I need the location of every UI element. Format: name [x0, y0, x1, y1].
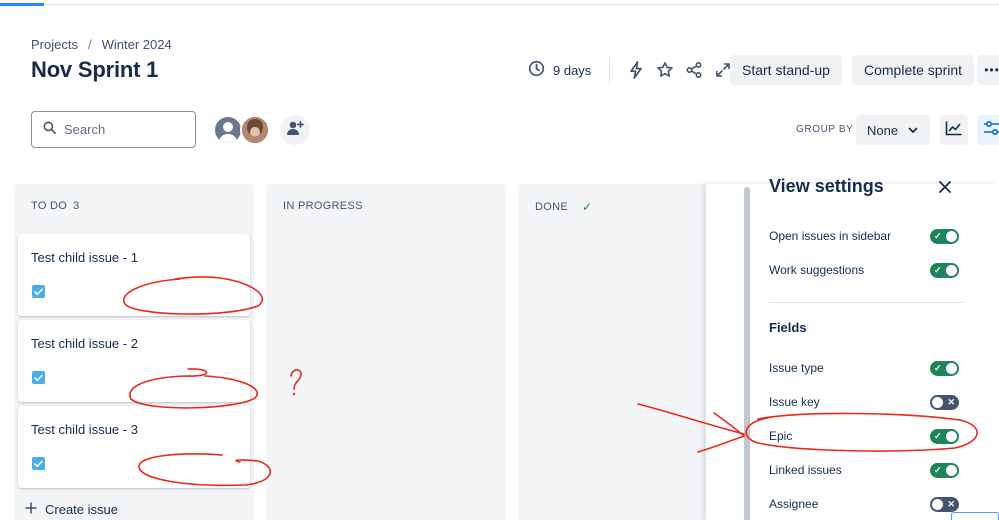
fields-heading: Fields	[769, 320, 807, 335]
top-divider	[0, 4, 999, 5]
setting-open-issues-in-sidebar: Open issues in sidebar ✓	[769, 226, 959, 246]
check-icon: ✓	[934, 362, 942, 373]
column-title: DONE	[535, 201, 568, 213]
setting-label: Work suggestions	[769, 263, 865, 277]
setting-label: Assignee	[769, 497, 819, 511]
group-by-select[interactable]: None	[856, 115, 930, 145]
star-icon[interactable]	[653, 58, 677, 82]
toggle-switch[interactable]: ✓	[930, 428, 959, 444]
share-icon[interactable]	[682, 58, 706, 82]
setting-epic: Epic ✓	[769, 426, 959, 446]
toggle-switch[interactable]: ✓	[930, 228, 959, 244]
search-input[interactable]	[64, 122, 184, 137]
setting-label: Issue key	[769, 395, 820, 409]
start-standup-button[interactable]: Start stand-up	[730, 55, 842, 85]
issue-card[interactable]: Test child issue - 1	[18, 234, 250, 316]
setting-label: Linked issues	[769, 463, 842, 477]
avatar-user[interactable]	[240, 115, 270, 145]
column-title: IN PROGRESS	[283, 200, 363, 212]
task-icon	[32, 457, 45, 470]
breadcrumb-project-link[interactable]: Winter 2024	[102, 37, 172, 52]
view-settings-button[interactable]	[977, 115, 999, 145]
clock-icon	[528, 60, 545, 80]
header-divider	[609, 57, 611, 83]
page-title: Nov Sprint 1	[31, 57, 159, 82]
close-icon: ✕	[947, 498, 955, 509]
setting-work-suggestions: Work suggestions ✓	[769, 260, 959, 280]
chart-trend-icon	[945, 120, 963, 141]
issue-card-title: Test child issue - 2	[31, 336, 138, 351]
breadcrumb-separator: /	[87, 37, 92, 52]
setting-issue-type: Issue type ✓	[769, 358, 959, 378]
close-icon[interactable]	[938, 180, 954, 196]
issue-card[interactable]: Test child issue - 2	[18, 320, 250, 402]
avatar-unassigned[interactable]	[213, 115, 243, 145]
setting-issue-key: Issue key ✕	[769, 392, 959, 412]
add-person-icon	[286, 119, 304, 142]
panel-divider	[769, 302, 964, 303]
insights-button[interactable]	[940, 115, 968, 145]
setting-linked-issues: Linked issues ✓	[769, 460, 959, 480]
setting-label: Epic	[769, 429, 793, 443]
loading-accent-bar	[0, 3, 44, 6]
column-issue-count: 3	[73, 200, 80, 212]
setting-assignee: Assignee ✕	[769, 494, 959, 514]
toggle-switch[interactable]: ✕	[930, 496, 959, 512]
search-box[interactable]	[31, 111, 196, 148]
toggle-switch[interactable]: ✕	[930, 394, 959, 410]
sprint-time-remaining[interactable]: 9 days	[528, 60, 591, 80]
add-people-button[interactable]	[280, 115, 310, 145]
issue-card-title: Test child issue - 3	[31, 422, 138, 437]
plus-icon	[25, 502, 37, 517]
sprint-header-actions: 9 days	[528, 56, 740, 84]
group-by-value: None	[867, 122, 899, 138]
setting-label: Issue type	[769, 361, 824, 375]
sliders-icon	[983, 120, 999, 141]
more-horizontal-icon: •••	[984, 63, 999, 77]
column-header-done: DONE ✓	[535, 200, 592, 214]
days-remaining-text: 9 days	[553, 62, 592, 78]
complete-sprint-button[interactable]: Complete sprint	[852, 55, 975, 85]
setting-label: Open issues in sidebar	[769, 229, 892, 243]
create-issue-button[interactable]: Create issue	[25, 502, 118, 517]
task-icon	[32, 285, 45, 298]
close-icon: ✕	[947, 396, 955, 407]
breadcrumb-projects-link[interactable]: Projects	[31, 37, 78, 52]
breadcrumb: Projects / Winter 2024	[31, 37, 172, 52]
search-icon	[43, 121, 56, 139]
column-header-todo: TO DO 3	[31, 200, 80, 212]
done-check-icon: ✓	[581, 200, 593, 214]
toggle-switch[interactable]: ✓	[930, 262, 959, 278]
create-issue-label: Create issue	[45, 502, 118, 517]
panel-scrollbar[interactable]	[744, 187, 750, 520]
check-icon: ✓	[934, 430, 942, 441]
toggle-switch[interactable]: ✓	[930, 360, 959, 376]
issue-card-title: Test child issue - 1	[31, 250, 138, 265]
check-icon: ✓	[934, 230, 942, 241]
column-title: TO DO	[31, 200, 68, 212]
check-icon: ✓	[934, 264, 942, 275]
automation-lightning-icon[interactable]	[624, 58, 648, 82]
toggle-switch[interactable]: ✓	[930, 462, 959, 478]
column-header-in-progress: IN PROGRESS	[283, 200, 363, 212]
view-settings-title: View settings	[769, 176, 884, 196]
chevron-down-icon	[908, 123, 918, 138]
issue-card[interactable]: Test child issue - 3	[18, 406, 250, 488]
task-icon	[32, 371, 45, 384]
more-actions-button[interactable]: •••	[977, 55, 999, 85]
column-in-progress: IN PROGRESS	[266, 184, 506, 520]
group-by-label: GROUP BY	[796, 124, 854, 135]
check-icon: ✓	[934, 464, 942, 475]
floating-widget-edge[interactable]	[951, 512, 999, 520]
